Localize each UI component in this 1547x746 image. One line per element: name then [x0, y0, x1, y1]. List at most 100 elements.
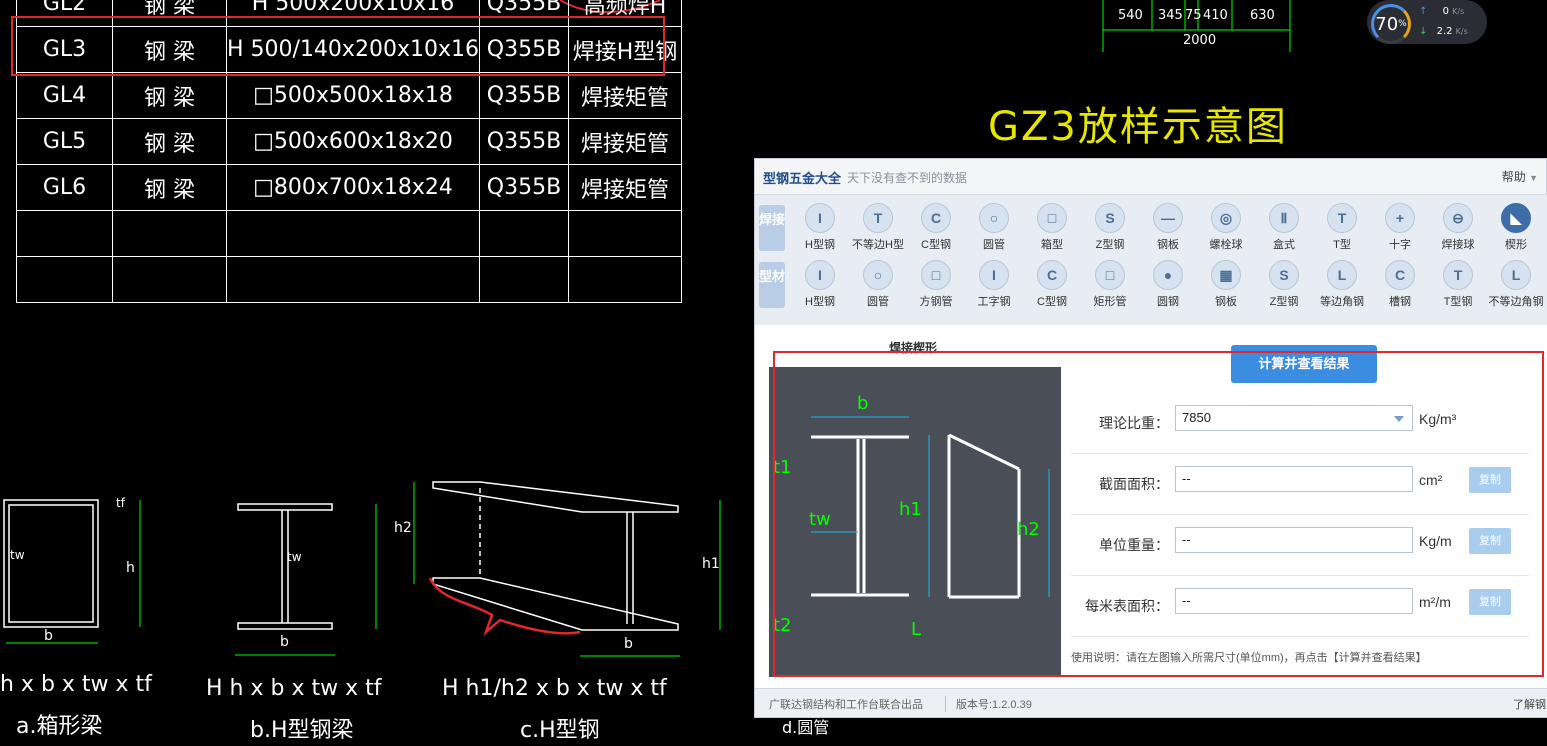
table-row: GL6 钢 梁 □800x700x18x24 Q355B 焊接矩管: [16, 164, 682, 211]
table-row-empty: [16, 256, 682, 303]
table-cell-empty: [478, 256, 569, 303]
table-cell-material: Q355B: [478, 118, 569, 165]
highlight-gl3-row: [11, 16, 665, 76]
table-cell-note: 焊接矩管: [567, 72, 682, 119]
dim-630: 630: [1250, 8, 1275, 23]
weld-category-tab[interactable]: 焊接: [759, 205, 785, 251]
tool-weld-tools-6[interactable]: — 钢板: [1139, 203, 1197, 252]
dim-540: 540: [1118, 8, 1143, 23]
tool-weld-tools-3[interactable]: ○ 圆管: [965, 203, 1023, 252]
table-cell-id: GL5: [16, 118, 113, 165]
profile-shape-icon: T: [1327, 203, 1357, 233]
hbeam-tw-label: tw: [287, 550, 302, 564]
dim-410: 410: [1203, 8, 1228, 23]
tool-profile-tools-8[interactable]: S Z型钢: [1255, 260, 1313, 309]
tool-label: T型钢: [1443, 296, 1473, 308]
profile-shape-icon: Ⅱ: [1269, 203, 1299, 233]
profile-shape-icon: □: [1095, 260, 1125, 290]
profile-shape-icon: ●: [1153, 260, 1183, 290]
tool-weld-tools-0[interactable]: I H型钢: [791, 203, 849, 252]
tool-weld-tools-7[interactable]: ◎ 螺栓球: [1197, 203, 1255, 252]
tool-profile-tools-5[interactable]: □ 矩形管: [1081, 260, 1139, 309]
help-menu[interactable]: 帮助 ▼: [1502, 168, 1538, 185]
profile-shape-icon: I: [805, 260, 835, 290]
profile-shape-icon: □: [1037, 203, 1067, 233]
tool-profile-tools-4[interactable]: C C型钢: [1023, 260, 1081, 309]
table-cell-empty: [478, 210, 569, 257]
tool-label: Z型钢: [1269, 296, 1299, 308]
formula-a: h x b x tw x tf: [0, 672, 152, 697]
tool-label: C型钢: [1037, 296, 1067, 308]
table-cell-note: 焊接矩管: [567, 164, 682, 211]
formula-c: H h1/h2 x b x tw x tf: [442, 676, 667, 701]
gz3-title: GZ3放样示意图: [988, 104, 1288, 150]
dim-345: 345: [1158, 8, 1183, 23]
footer-version: 版本号:1.2.0.39: [945, 696, 1032, 712]
tool-profile-tools-2[interactable]: □ 方钢管: [907, 260, 965, 309]
upload-speed: ↑ 0 K/s: [1419, 6, 1465, 17]
tool-profile-tools-11[interactable]: T T型钢: [1429, 260, 1487, 309]
tool-label: H型钢: [805, 296, 835, 308]
tool-label: 圆管: [867, 296, 889, 308]
caption-b: b.H型钢梁: [250, 718, 354, 743]
tool-label: H型钢: [805, 239, 835, 251]
tool-profile-tools-10[interactable]: C 槽钢: [1371, 260, 1429, 309]
tool-label: 工字钢: [977, 296, 1011, 308]
profile-category-tab[interactable]: 型材: [759, 262, 785, 308]
profile-shape-icon: ◣: [1501, 203, 1531, 233]
tool-weld-tools-1[interactable]: T 不等边H型: [849, 203, 907, 252]
profile-shape-icon: I: [805, 203, 835, 233]
box-beam-drawing: [3, 499, 99, 628]
profile-shape-icon: L: [1501, 260, 1531, 290]
tool-weld-tools-11[interactable]: ⊖ 焊接球: [1429, 203, 1487, 252]
tool-profile-tools-9[interactable]: L 等边角钢: [1313, 260, 1371, 309]
tool-weld-tools-12[interactable]: ◣ 楔形: [1487, 203, 1545, 252]
table-cell-material: Q355B: [478, 72, 569, 119]
tool-weld-tools-10[interactable]: + 十字: [1371, 203, 1429, 252]
h-beam-dims: [235, 504, 377, 656]
table-cell-spec: □500x500x18x18: [226, 72, 480, 119]
h-beam-drawing: [237, 503, 333, 630]
tool-label: 盒式: [1273, 239, 1295, 251]
tool-label: 等边角钢: [1320, 296, 1364, 308]
table-cell-empty: [112, 210, 227, 257]
app-title: 型钢五金大全: [763, 171, 842, 186]
tool-profile-tools-3[interactable]: I 工字钢: [965, 260, 1023, 309]
box-b-label: b: [44, 628, 53, 644]
dim-total: 2000: [1183, 33, 1217, 48]
network-speed-widget[interactable]: 70% ↑ 0 K/s ↓ 2.2 K/s: [1367, 0, 1487, 44]
tool-profile-tools-0[interactable]: I H型钢: [791, 260, 849, 309]
table-cell-material: Q355B: [478, 164, 569, 211]
profile-shape-icon: +: [1385, 203, 1415, 233]
tool-label: 槽钢: [1389, 296, 1411, 308]
tool-profile-tools-6[interactable]: ● 圆钢: [1139, 260, 1197, 309]
profile-shape-icon: ○: [863, 260, 893, 290]
caption-c: c.H型钢: [520, 718, 600, 743]
tool-weld-tools-2[interactable]: C C型钢: [907, 203, 965, 252]
profile-shape-icon: C: [921, 203, 951, 233]
tool-label: 焊接球: [1441, 239, 1475, 251]
tool-profile-tools-12[interactable]: L 不等边角钢: [1487, 260, 1545, 309]
box-tf-label: tf: [116, 496, 125, 510]
profile-shape-icon: ○: [979, 203, 1009, 233]
table-row: GL4 钢 梁 □500x500x18x18 Q355B 焊接矩管: [16, 72, 682, 119]
tool-label: 不等边H型: [852, 239, 904, 251]
tool-weld-tools-5[interactable]: S Z型钢: [1081, 203, 1139, 252]
tool-weld-tools-4[interactable]: □ 箱型: [1023, 203, 1081, 252]
tool-label: 圆管: [983, 239, 1005, 251]
tool-profile-tools-1[interactable]: ○ 圆管: [849, 260, 907, 309]
box-tw-label: tw: [10, 548, 25, 562]
tool-label: T型: [1333, 239, 1351, 251]
profile-shape-icon: —: [1153, 203, 1183, 233]
profile-shape-icon: L: [1327, 260, 1357, 290]
tool-weld-tools-8[interactable]: Ⅱ 盒式: [1255, 203, 1313, 252]
profile-shape-icon: T: [1443, 260, 1473, 290]
profile-shape-icon: T: [863, 203, 893, 233]
highlight-calc-area: [773, 351, 1544, 677]
download-speed: ↓ 2.2 K/s: [1419, 26, 1468, 37]
tool-profile-tools-7[interactable]: ▦ 钢板: [1197, 260, 1255, 309]
footer-link[interactable]: 了解钢: [1513, 696, 1546, 712]
tool-weld-tools-9[interactable]: T T型: [1313, 203, 1371, 252]
profile-shape-icon: ◎: [1211, 203, 1241, 233]
tool-label: 十字: [1389, 239, 1411, 251]
